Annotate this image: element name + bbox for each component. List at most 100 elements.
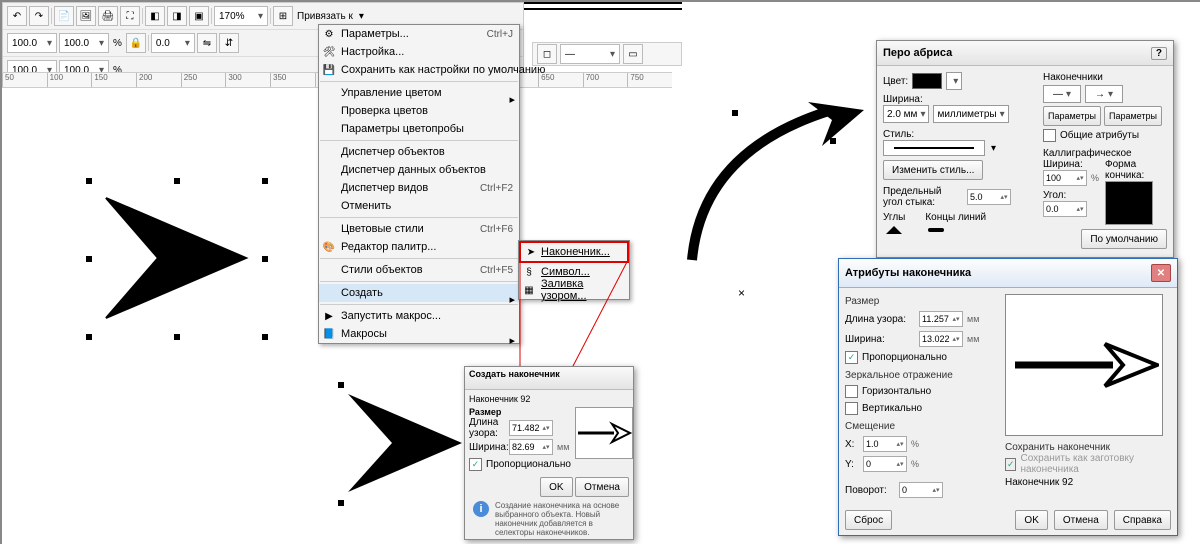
end-params-button[interactable]: Параметры — [1104, 106, 1162, 126]
sel-handle[interactable] — [830, 138, 836, 144]
menu-item[interactable]: Отменить — [319, 197, 519, 215]
sel-handle[interactable] — [732, 110, 738, 116]
menu-item[interactable]: 📘Макросы — [319, 325, 519, 343]
length-input[interactable]: 11.257 — [919, 311, 963, 327]
center-marker: × — [738, 286, 745, 300]
snap-label[interactable]: Привязать к — [295, 11, 355, 22]
mirror-v-checkbox[interactable] — [845, 402, 858, 415]
tool-export[interactable]: 🖼 — [76, 6, 96, 26]
calligraphy-heading: Каллиграфическое — [1043, 148, 1167, 159]
tool-snap[interactable]: ⊞ — [273, 6, 293, 26]
edit-style-button[interactable]: Изменить стиль... — [883, 160, 983, 180]
sel-handle[interactable] — [86, 256, 92, 262]
stretch-input[interactable]: 100 — [1043, 170, 1087, 186]
width-units[interactable]: миллиметры — [933, 105, 1008, 123]
tool-redo[interactable]: ↷ — [29, 6, 49, 26]
menu-item[interactable]: Цветовые стилиCtrl+F6 — [319, 220, 519, 238]
sel-handle[interactable] — [262, 334, 268, 340]
tool-import[interactable]: 📄 — [54, 6, 74, 26]
proportional-checkbox[interactable]: ✓ — [469, 458, 482, 471]
length-input[interactable]: 71.482 — [509, 420, 553, 436]
x-input[interactable]: 1.0 — [863, 436, 907, 452]
mirror-h-checkbox[interactable] — [845, 385, 858, 398]
start-arrow-select[interactable]: — — [1043, 85, 1081, 103]
menu-item[interactable]: Стили объектовCtrl+F5 — [319, 261, 519, 279]
height-input[interactable]: 100.0 — [59, 33, 109, 53]
outline-pen-dialog: Перо абриса? Цвет: Ширина: 2.0 мм миллим… — [876, 40, 1174, 258]
tools-menu: ⚙Параметры...Ctrl+J🛠Настройка...💾Сохрани… — [318, 24, 520, 344]
rotation-input[interactable]: 0 — [899, 482, 943, 498]
dialog-title: Создать наконечник — [465, 367, 633, 390]
tool-c2[interactable]: ◨ — [167, 6, 187, 26]
zoom-combo[interactable]: 170% — [214, 6, 268, 26]
color-swatch[interactable] — [912, 73, 942, 89]
submenu-item[interactable]: ➤Наконечник... — [519, 241, 629, 263]
menu-item[interactable]: Диспетчер видовCtrl+F2 — [319, 179, 519, 197]
help-button[interactable]: Справка — [1114, 510, 1171, 530]
sel-handle[interactable] — [174, 334, 180, 340]
tool-full[interactable]: ⛶ — [120, 6, 140, 26]
mirror-heading: Зеркальное отражение — [845, 370, 995, 381]
default-button[interactable]: По умолчанию — [1081, 229, 1167, 249]
menu-item[interactable]: Диспетчер объектов — [319, 143, 519, 161]
menu-item[interactable]: 🎨Редактор палитр... — [319, 238, 519, 256]
center-marker: × — [408, 438, 415, 452]
proportional-checkbox[interactable]: ✓ — [845, 351, 858, 364]
menu-item[interactable]: Проверка цветов — [319, 102, 519, 120]
tool-mirrorh[interactable]: ⇋ — [197, 33, 217, 53]
mirror-h-label: Горизонтально — [862, 386, 931, 397]
miter-input[interactable]: 5.0 — [967, 189, 1011, 205]
sel-handle[interactable] — [86, 178, 92, 184]
arrowhead-preview — [1005, 294, 1163, 436]
angle-input[interactable]: 0.0 — [1043, 201, 1087, 217]
menu-item[interactable]: ⚙Параметры...Ctrl+J — [319, 25, 519, 43]
sel-handle[interactable] — [262, 178, 268, 184]
width-value[interactable]: 2.0 мм — [883, 105, 929, 123]
corner-icon[interactable] — [883, 223, 905, 237]
menu-item[interactable]: Управление цветом — [319, 84, 519, 102]
nib-preview — [1105, 181, 1153, 225]
arrowhead-name-field[interactable]: Наконечник 92 — [1005, 477, 1171, 488]
help-icon[interactable]: ? — [1151, 47, 1167, 60]
menu-item[interactable]: ▶Запустить макрос... — [319, 307, 519, 325]
cancel-button[interactable]: Отмена — [1054, 510, 1108, 530]
submenu-item[interactable]: ▦Заливка узором... — [519, 281, 629, 299]
color-dropdown[interactable] — [946, 72, 962, 90]
close-icon[interactable]: ✕ — [1151, 264, 1171, 282]
width-input[interactable]: 100.0 — [7, 33, 57, 53]
width-input[interactable]: 82.69 — [509, 439, 553, 455]
reset-button[interactable]: Сброс — [845, 510, 892, 530]
width-input[interactable]: 13.022 — [919, 331, 963, 347]
ok-button[interactable]: OK — [540, 477, 572, 497]
cancel-button[interactable]: Отмена — [575, 477, 629, 497]
tool-undo[interactable]: ↶ — [7, 6, 27, 26]
menu-item[interactable]: 🛠Настройка... — [319, 43, 519, 61]
lock-ratio[interactable]: 🔒 — [126, 33, 146, 53]
style-preview[interactable] — [883, 140, 985, 156]
sel-handle[interactable] — [338, 500, 344, 506]
tool-c3[interactable]: ▣ — [189, 6, 209, 26]
fill-mode[interactable]: ▭ — [623, 44, 643, 64]
cap-icon[interactable] — [925, 223, 947, 237]
rotate-input[interactable]: 0.0 — [151, 33, 195, 53]
sel-handle[interactable] — [338, 382, 344, 388]
y-input[interactable]: 0 — [863, 456, 907, 472]
tool-print[interactable]: 🖨 — [98, 6, 118, 26]
line-weight[interactable]: — — [560, 44, 620, 64]
menu-item[interactable]: Создать — [319, 284, 519, 302]
ok-button[interactable]: OK — [1015, 510, 1047, 530]
sel-handle[interactable] — [86, 334, 92, 340]
sel-handle[interactable] — [262, 256, 268, 262]
canvas-arrow-2[interactable] — [332, 378, 482, 508]
tool-c1[interactable]: ◧ — [145, 6, 165, 26]
end-arrow-select[interactable]: → — [1085, 85, 1123, 103]
start-params-button[interactable]: Параметры — [1043, 106, 1101, 126]
rotation-label: Поворот: — [845, 485, 895, 496]
tool-mirrorv[interactable]: ⇵ — [219, 33, 239, 53]
sel-handle[interactable] — [174, 178, 180, 184]
sel-mode[interactable]: ◻ — [537, 44, 557, 64]
menu-item[interactable]: Параметры цветопробы — [319, 120, 519, 138]
menu-item[interactable]: 💾Сохранить как настройки по умолчанию — [319, 61, 519, 79]
shared-checkbox[interactable] — [1043, 129, 1056, 142]
menu-item[interactable]: Диспетчер данных объектов — [319, 161, 519, 179]
